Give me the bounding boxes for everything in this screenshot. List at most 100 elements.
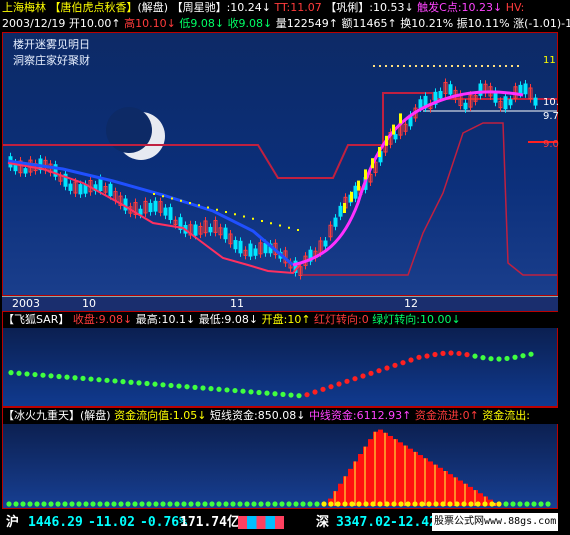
candle-body — [333, 217, 338, 227]
quote-change: 涨(-1.01)-1 — [513, 17, 570, 30]
sar-dot — [72, 375, 78, 381]
fund-out: 资金流出: — [482, 409, 530, 422]
sar-green: 绿灯转向:10.00↓ — [372, 313, 461, 326]
fund-dot — [132, 501, 138, 507]
sar-dot — [56, 373, 62, 380]
fund-bar — [348, 468, 353, 506]
yellow-dot — [225, 211, 227, 213]
yellow-dot — [517, 65, 519, 67]
candle-body — [163, 207, 168, 216]
fund-dot — [447, 501, 453, 507]
indicator-zhou[interactable]: 【周星驰】 — [172, 1, 227, 14]
fund-name[interactable]: 【冰火九重天】(解盘) — [3, 409, 111, 422]
fund-dot — [314, 501, 320, 507]
yellow-dot — [189, 202, 191, 204]
candle-body — [193, 224, 198, 236]
candle-body — [523, 83, 528, 95]
stair-line — [3, 92, 557, 179]
yellow-dot — [469, 65, 471, 67]
sar-name[interactable]: 【飞狐SAR】 — [3, 313, 69, 326]
fund-flow-pane[interactable]: 【冰火九重天】(解盘) 资金流向值:1.05↓ 短线资金:850.08↓ 中线资… — [2, 407, 559, 509]
yellow-dot — [421, 65, 423, 67]
poem-line-2: 洞察庄家好聚财 — [13, 54, 90, 67]
candle-body — [518, 84, 523, 95]
lower-band-line — [303, 122, 557, 276]
candle-body — [138, 208, 143, 215]
sar-dot — [400, 360, 406, 366]
sar-dot — [144, 380, 150, 387]
fund-dot — [545, 501, 551, 507]
sh-change: -11.02 — [88, 515, 135, 530]
fund-dot — [531, 501, 537, 507]
value-gong: :10.53↓ — [369, 1, 414, 14]
quote-amplitude: 振10.11% — [456, 17, 510, 30]
candle-body — [463, 102, 468, 110]
fund-bar — [398, 442, 403, 506]
yellow-bar — [371, 158, 374, 169]
fund-dot — [405, 501, 411, 507]
sar-dot — [304, 392, 310, 398]
yellow-dot — [270, 222, 272, 225]
candle-body — [78, 184, 83, 195]
indicator-gong[interactable]: 【巩俐】 — [325, 1, 369, 14]
fund-dot — [104, 501, 110, 507]
fund-dot — [377, 501, 383, 507]
fund-dot — [454, 501, 460, 507]
quote-turnover: 换10.21% — [400, 17, 454, 30]
mode-label: (解盘) — [137, 1, 169, 14]
fund-dot — [69, 501, 75, 507]
indicator-tang[interactable]: 【唐伯虎点秋香】 — [50, 1, 138, 14]
fund-dot — [83, 501, 89, 507]
poem-line-1: 楼开迷雾见明日 — [13, 38, 90, 51]
sar-dot — [392, 362, 398, 368]
sar-dot — [104, 377, 110, 383]
yellow-bar — [399, 113, 402, 124]
fund-dot — [496, 501, 502, 507]
quote-close: 收9.08↓ — [227, 17, 273, 30]
sar-dot — [384, 365, 390, 371]
fund-dot — [76, 501, 82, 507]
sar-pane[interactable]: 【飞狐SAR】 收盘:9.08↓ 最高:10.1↓ 最低:9.08↓ 开盘:10… — [2, 311, 559, 407]
yellow-dot — [451, 65, 453, 67]
stock-name[interactable]: 上海梅林 — [2, 1, 46, 14]
value-hv: HV: — [505, 1, 525, 14]
fund-dot — [48, 501, 54, 507]
sz-index[interactable]: 3347.02 — [336, 510, 391, 535]
date-10: 10 — [82, 297, 96, 310]
main-chart-pane[interactable]: 楼开迷雾见明日 洞察庄家好聚财 11 10. 9.7 9.0 — [2, 32, 559, 296]
fund-bar — [418, 455, 423, 506]
fund-dot — [153, 501, 159, 507]
sz-change: -12.42 — [390, 515, 437, 530]
sar-dot — [528, 351, 534, 357]
fund-dot — [426, 501, 432, 507]
price-label-97: 9.7 — [543, 111, 559, 122]
value-zhou: :10.24↓ — [226, 1, 272, 14]
sar-dot — [152, 381, 158, 387]
fund-dot — [230, 501, 236, 507]
status-bar: 沪 1446.29 -11.02 -0.76% 171.74亿 深 3347.0… — [0, 510, 570, 535]
fund-dot — [342, 501, 348, 507]
main-chart-svg — [3, 65, 557, 280]
ma-red-line — [7, 162, 304, 275]
yellow-dot — [207, 206, 209, 209]
sar-red: 红灯转向:0 — [314, 313, 369, 326]
yellow-bar — [385, 135, 388, 146]
sar-dot — [376, 368, 382, 374]
fund-dot — [125, 501, 131, 507]
fund-dot — [349, 501, 355, 507]
sar-dot — [192, 384, 198, 390]
candle-body — [253, 248, 258, 256]
fund-bar — [378, 429, 383, 506]
sar-dot — [336, 381, 342, 387]
yellow-dot — [445, 65, 447, 67]
yellow-dot — [433, 65, 435, 67]
date-12: 12 — [404, 297, 418, 310]
sar-dot-series — [8, 350, 534, 399]
date-axis: 2003 10 11 12 — [2, 296, 558, 311]
sh-index[interactable]: 1446.29 — [28, 510, 83, 535]
yellow-dot — [297, 229, 299, 231]
fund-dot — [188, 501, 194, 507]
yellow-dot — [162, 195, 164, 198]
fund-dot — [111, 501, 117, 507]
fund-dot — [538, 501, 544, 507]
